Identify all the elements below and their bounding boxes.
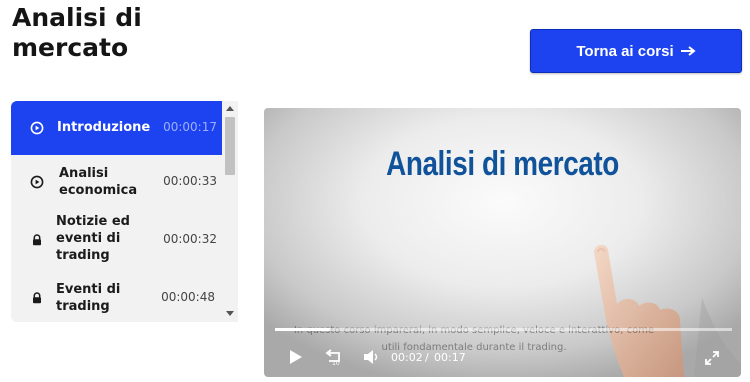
time-separator: / <box>425 351 429 364</box>
back-to-courses-label: Torna ai corsi <box>576 42 674 60</box>
lesson-title: Eventi di trading <box>56 282 121 314</box>
lesson-item-introduzione[interactable]: Introduzione 00:00:17 <box>11 101 222 155</box>
lock-icon <box>33 292 41 304</box>
scrollbar-thumb[interactable] <box>225 117 235 175</box>
lesson-duration: 00:00:17 <box>163 120 217 134</box>
lesson-item-analisi-economica[interactable]: Analisi economica 00:00:33 <box>11 155 222 209</box>
video-progress-bar[interactable] <box>275 328 732 331</box>
lock-icon <box>33 234 41 246</box>
lesson-title: Introduzione <box>57 120 151 135</box>
play-icon[interactable] <box>286 348 304 366</box>
video-heading: Analisi di mercato <box>386 145 619 183</box>
back-to-courses-button[interactable]: Torna ai corsi <box>530 29 742 73</box>
lesson-item-eventi-di-trading[interactable]: Eventi di trading 00:00:48 <box>11 271 222 322</box>
lesson-duration: 00:00:48 <box>161 290 215 304</box>
current-time: 00:02 <box>391 351 423 364</box>
scroll-down-icon[interactable] <box>226 311 234 317</box>
lesson-title: Analisi economica <box>59 166 138 198</box>
lesson-item-notizie-ed-eventi[interactable]: Notizie ed eventi di trading 00:00:32 <box>11 209 222 271</box>
arrow-right-icon <box>680 46 696 56</box>
video-player[interactable]: Analisi di mercato In questo corso impar… <box>264 108 741 377</box>
lesson-duration: 00:00:33 <box>163 174 217 188</box>
lesson-list-panel: Introduzione 00:00:17 Analisi economica … <box>11 101 238 322</box>
rewind-10-icon[interactable]: 10 <box>324 348 344 366</box>
total-duration: 00:17 <box>434 351 466 364</box>
lesson-list: Introduzione 00:00:17 Analisi economica … <box>11 101 222 322</box>
lesson-title: Notizie ed eventi di trading <box>56 214 130 263</box>
scroll-up-icon[interactable] <box>226 105 234 111</box>
page-title: Analisi di mercato <box>12 3 142 62</box>
video-controls: 10 00:02 / 00:17 <box>264 344 741 372</box>
lesson-duration: 00:00:32 <box>163 232 217 246</box>
play-circle-icon <box>30 121 44 135</box>
lesson-list-scrollbar[interactable] <box>222 101 238 322</box>
volume-icon[interactable] <box>362 348 380 366</box>
rewind-seconds-label: 10 <box>332 360 340 366</box>
play-circle-icon <box>30 175 44 189</box>
fullscreen-icon[interactable] <box>704 350 720 366</box>
video-progress-fill <box>275 328 330 331</box>
